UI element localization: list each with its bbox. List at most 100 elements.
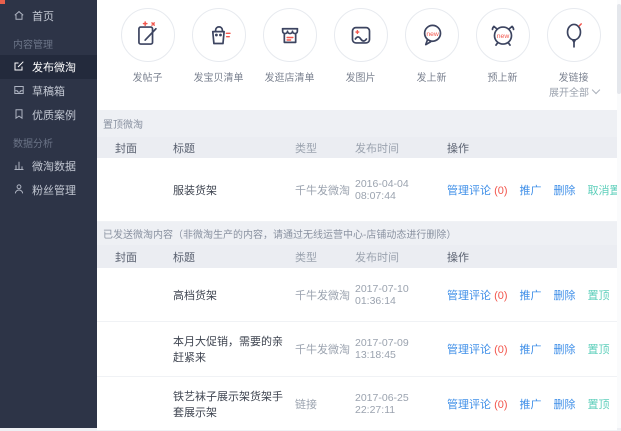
shortcut-label: 发帖子 — [133, 69, 163, 84]
sent-section-title: 已发送微淘内容（非微淘生产的内容，请通过无线运营中心-店铺动态进行删除） — [97, 222, 621, 245]
promote-link[interactable]: 推广 — [520, 341, 542, 357]
sidebar-item-label: 微淘数据 — [32, 158, 76, 174]
shortcut-image[interactable]: 发图片 — [325, 0, 396, 110]
col-type: 类型 — [295, 140, 355, 156]
comment-count: (0) — [494, 344, 507, 356]
col-time: 发布时间 — [355, 140, 447, 156]
table-row: 服装货架 千牛发微淘 2016-04-04 08:07:44 管理评论 (0) … — [97, 158, 617, 222]
row-title: 本月大促销，需要的亲赶紧来 — [173, 333, 295, 365]
manage-comments-link[interactable]: 管理评论 (0) — [447, 396, 508, 412]
drafts-icon — [13, 84, 25, 99]
pre-new-icon: new — [476, 8, 530, 62]
shortcut-pre-new[interactable]: new 预上新 — [467, 0, 538, 110]
delete-link[interactable]: 删除 — [554, 287, 576, 303]
unpin-link[interactable]: 取消置顶 — [588, 182, 621, 198]
delete-link[interactable]: 删除 — [554, 396, 576, 412]
table-row: 高档货架 千牛发微淘 2017-07-10 01:36:14 管理评论 (0) … — [97, 268, 617, 322]
delete-link[interactable]: 删除 — [554, 341, 576, 357]
post-icon — [121, 8, 175, 62]
logo-fragment — [0, 0, 5, 4]
comment-count: (0) — [494, 290, 507, 302]
shortcut-label: 发链接 — [559, 69, 589, 84]
promote-link[interactable]: 推广 — [520, 287, 542, 303]
pinned-table: 封面 标题 类型 发布时间 操作 服装货架 千牛发微淘 2016-04-04 0… — [97, 137, 617, 222]
sidebar-section-content: 内容管理 — [0, 37, 97, 55]
col-cover: 封面 — [115, 249, 173, 265]
row-time: 2017-06-25 22:27:11 — [355, 392, 447, 416]
table-row: 铁艺袜子展示架货架手套展示架 链接 2017-06-25 22:27:11 管理… — [97, 377, 617, 431]
sidebar: 首页 内容管理 发布微淘 草稿箱 优质案例 数据分析 — [0, 0, 97, 428]
row-time: 2017-07-10 01:36:14 — [355, 283, 447, 307]
shortcut-label: 发上新 — [417, 69, 447, 84]
shortcut-shop-list[interactable]: 发逛店清单 — [254, 0, 325, 110]
col-type: 类型 — [295, 249, 355, 265]
row-title: 高档货架 — [173, 287, 295, 303]
new-badge: new — [496, 33, 509, 40]
item-list-icon — [192, 8, 246, 62]
col-ops: 操作 — [447, 249, 617, 265]
image-icon — [334, 8, 388, 62]
manage-comments-link[interactable]: 管理评论 (0) — [447, 182, 508, 198]
row-type: 千牛发微淘 — [295, 182, 355, 198]
row-title: 服装货架 — [173, 182, 295, 198]
chevron-down-icon — [592, 86, 600, 94]
expand-all-button[interactable]: 展开全部 — [549, 84, 599, 99]
comment-count: (0) — [494, 185, 507, 197]
shortcut-label: 发逛店清单 — [265, 69, 315, 84]
col-title: 标题 — [173, 249, 295, 265]
row-type: 千牛发微淘 — [295, 287, 355, 303]
sidebar-item-label: 粉丝管理 — [32, 182, 76, 198]
table-header: 封面 标题 类型 发布时间 操作 — [97, 137, 617, 158]
comment-count: (0) — [494, 399, 507, 411]
sent-table: 封面 标题 类型 发布时间 操作 高档货架 千牛发微淘 2017-07-10 0… — [97, 245, 617, 431]
new-arrival-icon: new — [405, 8, 459, 62]
row-type: 链接 — [295, 396, 355, 412]
sidebar-item-fans-management[interactable]: 粉丝管理 — [0, 178, 97, 202]
sidebar-item-publish-weitao[interactable]: 发布微淘 — [0, 55, 97, 79]
promote-link[interactable]: 推广 — [520, 182, 542, 198]
main-content: 发帖子 发宝贝清单 — [97, 0, 621, 428]
promote-link[interactable]: 推广 — [520, 396, 542, 412]
sidebar-item-weitao-data[interactable]: 微淘数据 — [0, 154, 97, 178]
sidebar-section-data: 数据分析 — [0, 136, 97, 154]
row-type: 千牛发微淘 — [295, 341, 355, 357]
scrollbar-thumb[interactable] — [617, 4, 621, 94]
shortcut-post[interactable]: 发帖子 — [112, 0, 183, 110]
col-ops: 操作 — [447, 140, 617, 156]
pin-link[interactable]: 置顶 — [588, 396, 610, 412]
scrollbar[interactable] — [617, 0, 621, 428]
link-icon — [547, 8, 601, 62]
sidebar-item-label: 首页 — [32, 8, 54, 24]
sidebar-item-label: 草稿箱 — [32, 83, 65, 99]
publish-shortcuts-panel: 发帖子 发宝贝清单 — [97, 0, 621, 110]
manage-comments-link[interactable]: 管理评论 (0) — [447, 341, 508, 357]
row-title: 铁艺袜子展示架货架手套展示架 — [173, 388, 295, 420]
fans-icon — [13, 183, 25, 198]
col-time: 发布时间 — [355, 249, 447, 265]
pinned-section-title: 置顶微淘 — [97, 110, 621, 137]
sidebar-item-drafts[interactable]: 草稿箱 — [0, 79, 97, 103]
home-icon — [13, 9, 25, 24]
shortcut-item-list[interactable]: 发宝贝清单 — [183, 0, 254, 110]
bar-chart-icon — [13, 159, 25, 174]
row-time: 2016-04-04 08:07:44 — [355, 178, 447, 202]
manage-comments-link[interactable]: 管理评论 (0) — [447, 287, 508, 303]
new-badge: new — [426, 31, 439, 38]
table-header: 封面 标题 类型 发布时间 操作 — [97, 245, 617, 268]
sidebar-item-quality-cases[interactable]: 优质案例 — [0, 103, 97, 127]
cases-icon — [13, 108, 25, 123]
shortcut-new-arrival[interactable]: new 发上新 — [396, 0, 467, 110]
pin-link[interactable]: 置顶 — [588, 341, 610, 357]
col-title: 标题 — [173, 140, 295, 156]
delete-link[interactable]: 删除 — [554, 182, 576, 198]
col-cover: 封面 — [115, 140, 173, 156]
pin-link[interactable]: 置顶 — [588, 287, 610, 303]
expand-all-label: 展开全部 — [549, 84, 589, 99]
shortcut-label: 发宝贝清单 — [194, 69, 244, 84]
shortcut-label: 发图片 — [346, 69, 376, 84]
sidebar-item-label: 发布微淘 — [32, 59, 76, 75]
sidebar-item-home[interactable]: 首页 — [0, 0, 97, 28]
shop-list-icon — [263, 8, 317, 62]
row-time: 2017-07-09 13:18:45 — [355, 337, 447, 361]
sidebar-item-label: 优质案例 — [32, 107, 76, 123]
